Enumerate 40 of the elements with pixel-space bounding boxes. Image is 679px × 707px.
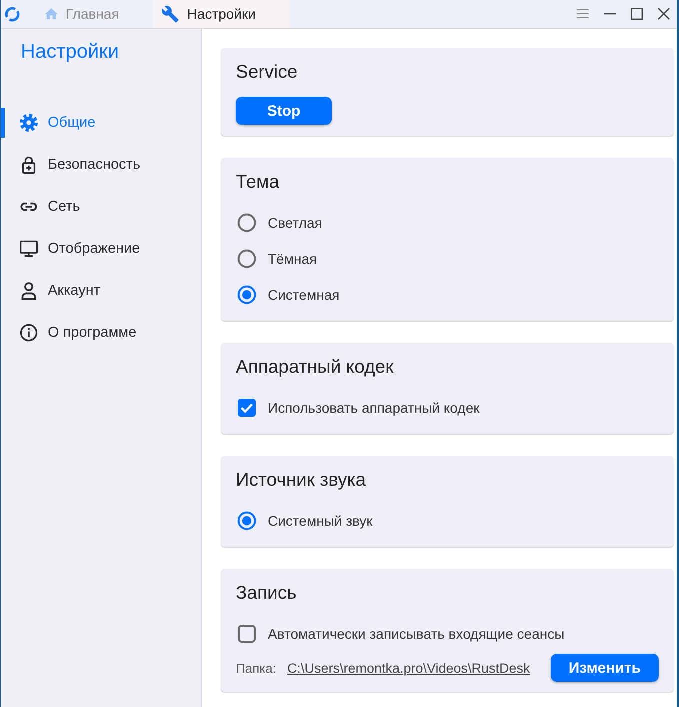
- radio-label: Светлая: [268, 215, 322, 231]
- radio-button[interactable]: [237, 249, 257, 269]
- checkbox[interactable]: [237, 398, 257, 418]
- folder-path-link[interactable]: C:\Users\remontka.pro\Videos\RustDesk: [287, 660, 530, 676]
- radio-label: Тёмная: [268, 251, 318, 267]
- sidebar-title: Настройки: [20, 40, 120, 64]
- card-title: Service: [236, 60, 299, 84]
- maximize-icon[interactable]: [631, 8, 643, 20]
- primary-button[interactable]: Изменить: [550, 654, 659, 682]
- logo-icon: [4, 6, 21, 22]
- sidebar-item[interactable]: Отображение: [1, 234, 201, 264]
- primary-button[interactable]: Stop: [236, 97, 332, 125]
- gear-icon: [20, 114, 38, 132]
- radio-button[interactable]: [237, 213, 257, 233]
- radio-button[interactable]: [237, 285, 257, 305]
- lock-icon: [20, 156, 38, 174]
- card-title: Источник звука: [236, 468, 368, 492]
- card-title: Тема: [236, 170, 281, 194]
- menu-icon[interactable]: [577, 9, 589, 19]
- radio-label: Системный звук: [268, 513, 373, 529]
- wrench-icon: [162, 6, 180, 22]
- minimize-icon[interactable]: [604, 13, 616, 15]
- home-icon: [45, 8, 58, 20]
- sidebar-item[interactable]: Аккаунт: [1, 276, 201, 306]
- person-icon: [20, 282, 38, 300]
- close-icon[interactable]: [658, 8, 670, 20]
- sidebar-item[interactable]: Безопасность: [1, 150, 201, 180]
- radio-button[interactable]: [237, 511, 257, 531]
- sidebar-item[interactable]: Сеть: [1, 192, 201, 222]
- checkbox[interactable]: [237, 624, 257, 644]
- radio-label: Системная: [268, 287, 340, 303]
- checkbox-label: Использовать аппаратный кодек: [268, 400, 480, 416]
- card-title: Запись: [236, 581, 298, 605]
- folder-label: Папка:: [236, 660, 276, 676]
- checkbox-label: Автоматически записывать входящие сеансы: [268, 626, 565, 642]
- tab[interactable]: Настройки: [153, 0, 290, 28]
- card-title: Аппаратный кодек: [236, 355, 395, 379]
- monitor-icon: [20, 240, 38, 258]
- sidebar-item[interactable]: О программе: [1, 318, 201, 348]
- info-icon: [20, 324, 38, 342]
